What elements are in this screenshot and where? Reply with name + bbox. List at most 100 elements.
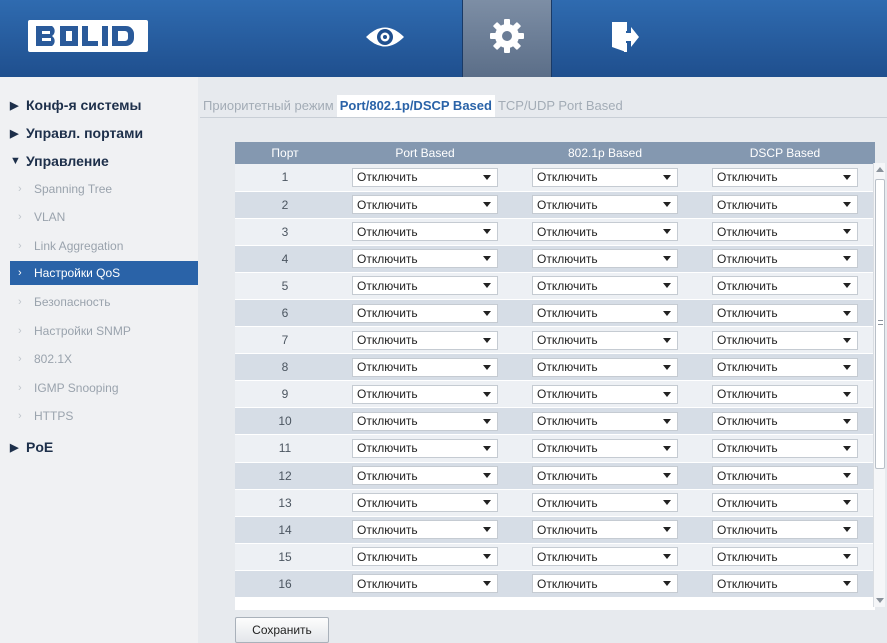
- sidebar-item-https[interactable]: › HTTPS: [0, 404, 198, 428]
- chevron-down-icon: [843, 174, 851, 180]
- tab-tcp-udp-port[interactable]: TCP/UDP Port Based: [495, 95, 626, 117]
- gear-icon: [489, 18, 525, 59]
- port-based-select[interactable]: Отключить: [352, 384, 498, 404]
- dscp-based-select[interactable]: Отключить: [712, 276, 858, 296]
- sidebar-item-8021x[interactable]: › 802.1X: [0, 347, 198, 371]
- tab-port-8021p-dscp[interactable]: Port/802.1p/DSCP Based: [336, 95, 495, 117]
- 8021p-based-select[interactable]: Отключить: [532, 195, 678, 215]
- save-button[interactable]: Сохранить: [235, 617, 329, 643]
- dscp-based-select[interactable]: Отключить: [712, 466, 858, 486]
- 8021p-based-select[interactable]: Отключить: [532, 330, 678, 350]
- port-based-select[interactable]: Отключить: [352, 222, 498, 242]
- dscp-based-select[interactable]: Отключить: [712, 574, 858, 594]
- chevron-down-icon: [483, 418, 491, 424]
- sidebar-group-ports[interactable]: ▶ Управл. портами: [0, 120, 198, 146]
- 8021p-based-select[interactable]: Отключить: [532, 167, 678, 187]
- chevron-down-icon: [483, 229, 491, 235]
- dscp-based-select[interactable]: Отключить: [712, 249, 858, 269]
- dscp-based-select[interactable]: Отключить: [712, 547, 858, 567]
- port-based-select[interactable]: Отключить: [352, 411, 498, 431]
- chevron-down-icon: [843, 283, 851, 289]
- select-cell: Отключить: [695, 326, 875, 355]
- port-number-cell: 4: [235, 245, 335, 273]
- sidebar-group-management[interactable]: ▼ Управление: [0, 148, 198, 174]
- port-based-select[interactable]: Отключить: [352, 574, 498, 594]
- table-row: 2 Отключить Отключить Отключить: [235, 191, 875, 219]
- sidebar-group-system[interactable]: ▶ Конф-я системы: [0, 92, 198, 118]
- 8021p-based-select[interactable]: Отключить: [532, 520, 678, 540]
- 8021p-based-select[interactable]: Отключить: [532, 357, 678, 377]
- sidebar-item-link-aggregation[interactable]: › Link Aggregation: [0, 234, 198, 258]
- select-cell: Отключить: [335, 434, 515, 463]
- qos-port-table: Порт Port Based 802.1p Based DSCP Based …: [235, 142, 875, 599]
- 8021p-based-select[interactable]: Отключить: [532, 438, 678, 458]
- port-based-select[interactable]: Отключить: [352, 520, 498, 540]
- sidebar-item-snmp[interactable]: › Настройки SNMP: [0, 319, 198, 343]
- dscp-based-select[interactable]: Отключить: [712, 357, 858, 377]
- select-value: Отключить: [357, 170, 418, 185]
- 8021p-based-select[interactable]: Отключить: [532, 303, 678, 323]
- sidebar-item-qos[interactable]: › Настройки QoS: [10, 261, 198, 285]
- sidebar-item-igmp-snooping[interactable]: › IGMP Snooping: [0, 376, 198, 400]
- port-based-select[interactable]: Отключить: [352, 249, 498, 269]
- tab-priority-mode[interactable]: Приоритетный режим: [200, 95, 337, 117]
- select-cell: Отключить: [695, 570, 875, 599]
- table-scrollbar[interactable]: [873, 163, 885, 607]
- chevron-right-icon: ›: [18, 353, 22, 365]
- scroll-up-arrow-icon[interactable]: [876, 167, 884, 172]
- port-based-select[interactable]: Отключить: [352, 493, 498, 513]
- dscp-based-select[interactable]: Отключить: [712, 195, 858, 215]
- sidebar-item-spanning-tree[interactable]: › Spanning Tree: [0, 177, 198, 201]
- main-content: Приоритетный режим Port/802.1p/DSCP Base…: [198, 77, 887, 643]
- port-based-select[interactable]: Отключить: [352, 466, 498, 486]
- 8021p-based-select[interactable]: Отключить: [532, 222, 678, 242]
- chevron-down-icon: [663, 554, 671, 560]
- select-cell: Отключить: [335, 516, 515, 544]
- 8021p-based-select[interactable]: Отключить: [532, 547, 678, 567]
- dscp-based-select[interactable]: Отключить: [712, 222, 858, 242]
- select-value: Отключить: [357, 251, 418, 266]
- 8021p-based-select[interactable]: Отключить: [532, 249, 678, 269]
- chevron-right-icon: ›: [18, 267, 22, 279]
- sidebar-group-label: Управл. портами: [26, 125, 144, 141]
- dscp-based-select[interactable]: Отключить: [712, 167, 858, 187]
- dscp-based-select[interactable]: Отключить: [712, 384, 858, 404]
- port-based-select[interactable]: Отключить: [352, 438, 498, 458]
- port-based-select[interactable]: Отключить: [352, 276, 498, 296]
- 8021p-based-select[interactable]: Отключить: [532, 384, 678, 404]
- 8021p-based-select[interactable]: Отключить: [532, 493, 678, 513]
- port-based-select[interactable]: Отключить: [352, 195, 498, 215]
- sidebar-item-vlan[interactable]: › VLAN: [0, 205, 198, 229]
- dscp-based-select[interactable]: Отключить: [712, 411, 858, 431]
- sidebar-group-poe[interactable]: ▶ PoE: [0, 434, 198, 460]
- 8021p-based-select[interactable]: Отключить: [532, 411, 678, 431]
- column-header-dscp-based: DSCP Based: [695, 142, 875, 164]
- chevron-down-icon: [663, 581, 671, 587]
- dscp-based-select[interactable]: Отключить: [712, 520, 858, 540]
- dscp-based-select[interactable]: Отключить: [712, 438, 858, 458]
- settings-nav-button[interactable]: [462, 0, 552, 77]
- port-based-select[interactable]: Отключить: [352, 167, 498, 187]
- sidebar-item-label: VLAN: [34, 210, 66, 224]
- scroll-down-arrow-icon[interactable]: [876, 598, 884, 603]
- port-based-select[interactable]: Отключить: [352, 357, 498, 377]
- sidebar-item-security[interactable]: › Безопасность: [0, 290, 198, 314]
- dscp-based-select[interactable]: Отключить: [712, 330, 858, 350]
- select-value: Отключить: [717, 251, 778, 266]
- logout-nav-button[interactable]: [580, 8, 670, 70]
- dscp-based-select[interactable]: Отключить: [712, 303, 858, 323]
- 8021p-based-select[interactable]: Отключить: [532, 276, 678, 296]
- port-number-cell: 15: [235, 543, 335, 571]
- 8021p-based-select[interactable]: Отключить: [532, 574, 678, 594]
- select-value: Отключить: [357, 549, 418, 564]
- dscp-based-select[interactable]: Отключить: [712, 493, 858, 513]
- select-value: Отключить: [717, 576, 778, 591]
- chevron-down-icon: [663, 337, 671, 343]
- port-based-select[interactable]: Отключить: [352, 547, 498, 567]
- port-based-select[interactable]: Отключить: [352, 303, 498, 323]
- port-based-select[interactable]: Отключить: [352, 330, 498, 350]
- 8021p-based-select[interactable]: Отключить: [532, 466, 678, 486]
- scrollbar-thumb[interactable]: [875, 179, 885, 469]
- select-value: Отключить: [717, 549, 778, 564]
- monitor-nav-button[interactable]: [340, 8, 430, 70]
